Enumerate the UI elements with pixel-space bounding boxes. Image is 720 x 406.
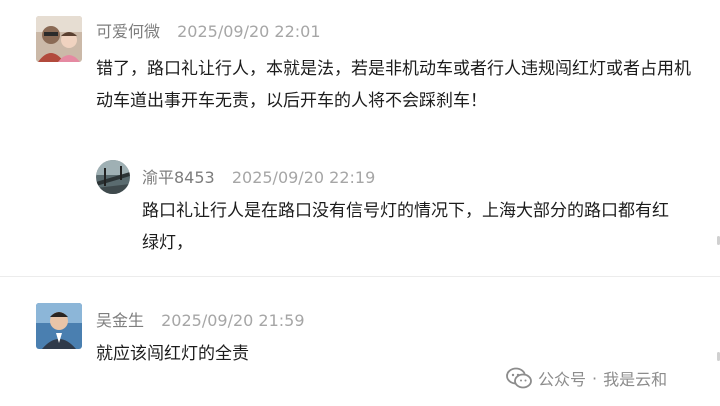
timestamp: 2025/09/20 21:59	[161, 311, 305, 330]
timestamp: 2025/09/20 22:19	[231, 168, 376, 187]
reply-item: 渝平8453 2025/09/20 22:19 路口礼让行人是在路口没有信号灯的…	[0, 150, 720, 280]
reply-text: 路口礼让行人是在路口没有信号灯的情况下，上海大部分的路口都有红绿灯，	[142, 201, 669, 253]
divider	[0, 276, 720, 277]
comment-item: 可爱何微 2025/09/20 22:01 错了，路口礼让行人，本就是法，若是非…	[0, 0, 720, 150]
timestamp: 2025/09/20 22:01	[177, 22, 321, 41]
comment-text: 错了，路口礼让行人，本就是法，若是非机动车或者行人违规闯红灯或者占用机动车道出事…	[96, 59, 691, 111]
portrait-photo-avatar-icon	[36, 303, 82, 349]
watermark: 公众号 · 我是云和	[506, 366, 667, 390]
comment-meta: 可爱何微 2025/09/20 22:01	[96, 18, 321, 42]
reply-meta: 渝平8453 2025/09/20 22:19	[142, 164, 375, 188]
watermark-source: 公众号	[538, 370, 587, 389]
user-avatar[interactable]	[36, 16, 82, 62]
comment-meta: 吴金生 2025/09/20 21:59	[96, 307, 305, 331]
username[interactable]: 可爱何微	[96, 22, 160, 41]
watermark-separator: ·	[592, 368, 598, 388]
username[interactable]: 吴金生	[96, 311, 144, 330]
wechat-icon	[506, 367, 532, 389]
family-photo-avatar-icon	[36, 16, 82, 62]
username[interactable]: 渝平8453	[142, 168, 215, 187]
bridge-photo-avatar-icon	[96, 160, 130, 194]
user-avatar[interactable]	[36, 303, 82, 349]
user-avatar[interactable]	[96, 160, 130, 194]
watermark-account: 我是云和	[603, 370, 668, 389]
comment-thread: 可爱何微 2025/09/20 22:01 错了，路口礼让行人，本就是法，若是非…	[0, 0, 720, 406]
